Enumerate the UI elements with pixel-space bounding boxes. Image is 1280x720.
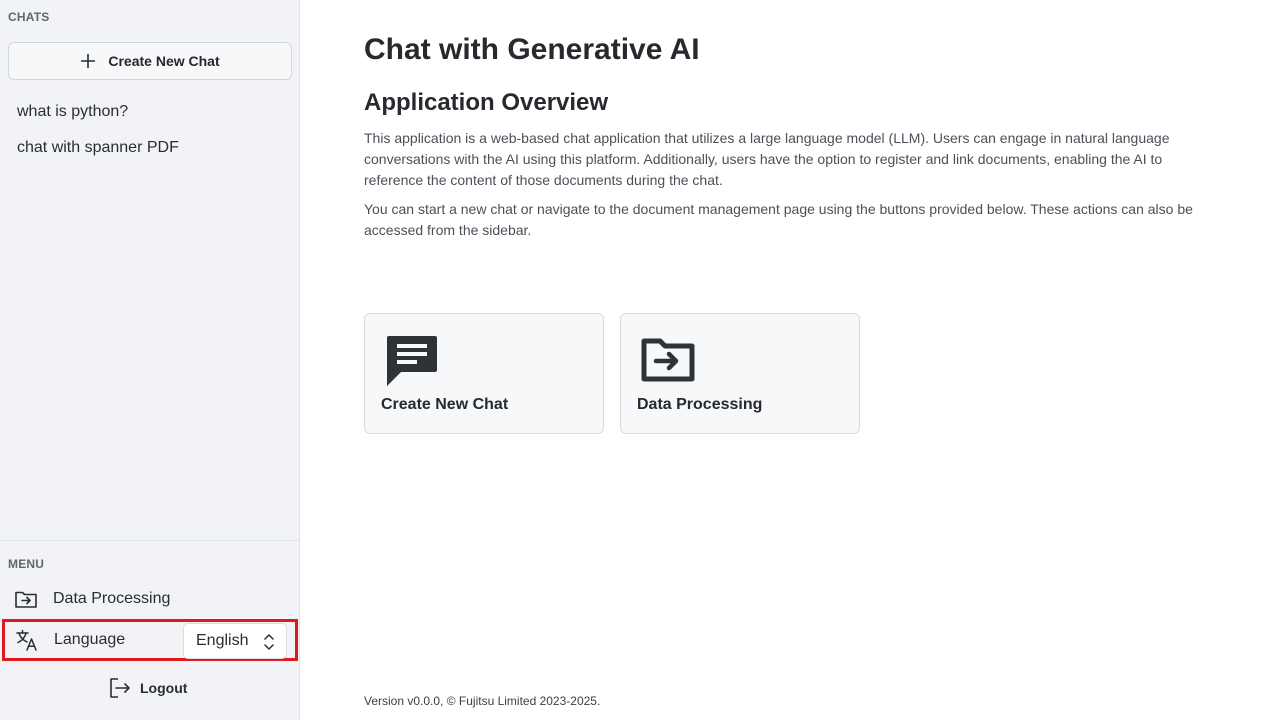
folder-arrow-icon	[641, 338, 695, 382]
chats-section-label: CHATS	[8, 10, 50, 24]
create-new-chat-label: Create New Chat	[108, 53, 220, 69]
logout-button[interactable]: Logout	[108, 674, 187, 702]
create-new-chat-card-label: Create New Chat	[381, 396, 509, 413]
page-title: Chat with Generative AI	[364, 33, 700, 66]
language-select-value: English	[196, 632, 249, 649]
plus-icon	[81, 54, 96, 68]
menu-item-language: Language English	[2, 619, 298, 661]
create-new-chat-button[interactable]: Create New Chat	[8, 42, 292, 80]
chat-icon	[387, 336, 437, 386]
language-label: Language	[54, 631, 126, 648]
overview-paragraph-1: This application is a web-based chat app…	[364, 130, 1170, 188]
overview-paragraph-2: You can start a new chat or navigate to …	[364, 201, 1193, 238]
chevron-up-down-icon	[264, 634, 274, 650]
create-new-chat-card[interactable]: Create New Chat	[364, 313, 604, 434]
logout-label: Logout	[140, 680, 188, 696]
sidebar-divider	[0, 540, 300, 541]
chat-list-item[interactable]: chat with spanner PDF	[0, 130, 300, 166]
overview-heading: Application Overview	[364, 89, 609, 116]
menu-item-data-processing-label: Data Processing	[53, 590, 171, 607]
sidebar: CHATS Create New Chat what is python? ch…	[0, 0, 300, 720]
menu-item-data-processing[interactable]: Data Processing	[0, 581, 300, 617]
chat-list: what is python? chat with spanner PDF	[0, 94, 300, 166]
logout-icon	[110, 678, 130, 698]
version-footer: Version v0.0.0, © Fujitsu Limited 2023-2…	[364, 694, 601, 708]
language-select[interactable]: English	[183, 623, 287, 659]
menu-section-label: MENU	[8, 557, 45, 571]
data-processing-card-label: Data Processing	[637, 396, 763, 413]
folder-arrow-icon	[12, 587, 40, 611]
data-processing-card[interactable]: Data Processing	[620, 313, 860, 434]
chat-list-item[interactable]: what is python?	[0, 94, 300, 130]
translate-icon	[13, 628, 41, 652]
